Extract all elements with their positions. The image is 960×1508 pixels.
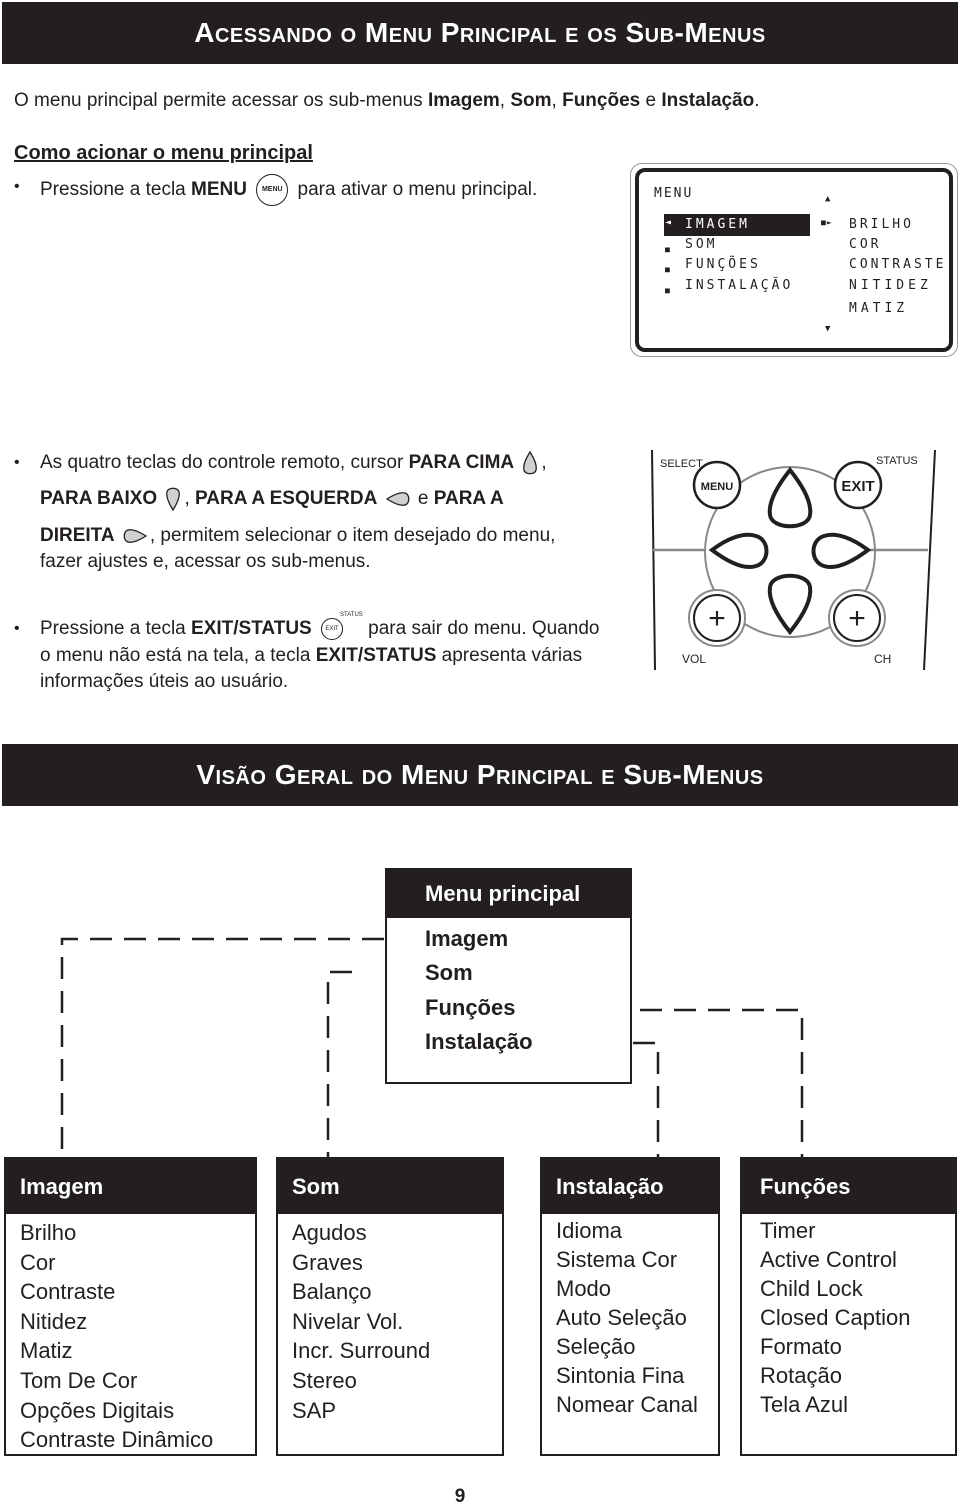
submenu-item: Contraste — [20, 1279, 116, 1305]
submenu-item: Child Lock — [760, 1276, 863, 1301]
submenu-list: Agudos Graves Balanço Nivelar Vol. Incr.… — [278, 1214, 502, 1425]
main-menu-item-som: Som — [425, 960, 473, 985]
connector-som — [326, 970, 352, 1157]
submenu-item: Nomear Canal — [556, 1392, 698, 1417]
submenu-item: Seleção — [556, 1334, 636, 1359]
submenu-item: Graves — [292, 1249, 363, 1275]
submenu-box-som: Som Agudos Graves Balanço Nivelar Vol. I… — [276, 1157, 504, 1456]
submenu-item: Nivelar Vol. — [292, 1308, 404, 1334]
submenu-item: SAP — [292, 1397, 337, 1423]
main-menu-item-imagem: Imagem — [425, 926, 509, 951]
submenu-item: Matiz — [20, 1338, 73, 1364]
submenu-item: Auto Seleção — [556, 1305, 687, 1330]
submenu-item: Agudos — [292, 1220, 367, 1245]
submenu-list: Timer Active Control Child Lock Closed C… — [742, 1214, 955, 1419]
page-number: 9 — [454, 1486, 466, 1507]
main-menu-box: Menu principal Imagem Som Funções Instal… — [385, 868, 632, 1084]
submenu-title: Funções — [742, 1159, 955, 1214]
submenu-item: Sintonia Fina — [556, 1363, 685, 1388]
submenu-item: Active Control — [760, 1247, 897, 1272]
submenu-item: Tom De Cor — [20, 1367, 138, 1393]
submenu-item: Closed Caption — [760, 1305, 911, 1330]
submenu-box-funcoes: Funções Timer Active Control Child Lock … — [740, 1157, 957, 1456]
submenu-item: Timer — [760, 1218, 816, 1243]
submenu-item: Opções Digitais — [20, 1397, 175, 1423]
connector-instalacao — [633, 1041, 660, 1157]
submenu-box-instalacao: Instalação Idioma Sistema Cor Modo Auto … — [540, 1157, 720, 1456]
submenu-title: Som — [278, 1159, 502, 1214]
submenu-item: Nitidez — [20, 1308, 88, 1334]
submenu-item: Formato — [760, 1334, 842, 1359]
submenu-item: Contraste Dinâmico — [20, 1427, 214, 1453]
submenu-item: Incr. Surround — [292, 1338, 431, 1364]
submenu-title: Imagem — [6, 1159, 255, 1214]
main-menu-item-funcoes: Funções — [425, 995, 516, 1020]
submenu-item: Sistema Cor — [556, 1247, 678, 1272]
submenu-list: Idioma Sistema Cor Modo Auto Seleção Sel… — [542, 1214, 718, 1419]
submenu-item: Tela Azul — [760, 1392, 849, 1417]
main-menu-title: Menu principal — [387, 870, 630, 918]
connector-imagem — [60, 937, 418, 1157]
submenu-item: Balanço — [292, 1279, 372, 1305]
submenu-item: Idioma — [556, 1218, 623, 1243]
submenu-item: Stereo — [292, 1367, 357, 1393]
submenu-box-imagem: Imagem Brilho Cor Contraste Nitidez Mati… — [4, 1157, 257, 1456]
main-menu-item-instalacao: Instalação — [425, 1029, 533, 1054]
submenu-item: Brilho — [20, 1220, 77, 1245]
submenu-item: Rotação — [760, 1363, 842, 1388]
submenu-item: Modo — [556, 1276, 612, 1301]
submenu-list: Brilho Cor Contraste Nitidez Matiz Tom D… — [6, 1214, 255, 1455]
submenu-title: Instalação — [542, 1159, 718, 1214]
submenu-item: Cor — [20, 1249, 56, 1275]
